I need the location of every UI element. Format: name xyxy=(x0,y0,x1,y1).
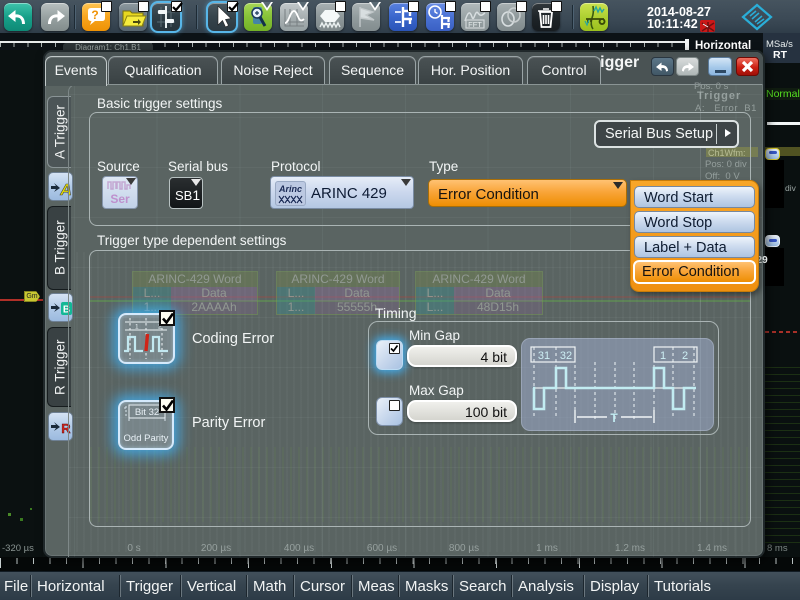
svg-text:T: T xyxy=(610,411,618,425)
svg-text:?: ? xyxy=(91,8,98,22)
svg-text:Odd Parity: Odd Parity xyxy=(124,433,169,444)
svg-text:1: 1 xyxy=(660,350,666,362)
svg-text:Ser: Ser xyxy=(110,192,130,206)
svg-text:31: 31 xyxy=(538,350,550,362)
svg-text:1: 1 xyxy=(135,324,139,331)
svg-text:Arinc: Arinc xyxy=(278,184,302,194)
svg-text:2: 2 xyxy=(682,350,688,362)
svg-text:Bit 32: Bit 32 xyxy=(135,407,159,418)
svg-text:FFT: FFT xyxy=(468,20,482,29)
svg-text:32: 32 xyxy=(560,350,572,362)
